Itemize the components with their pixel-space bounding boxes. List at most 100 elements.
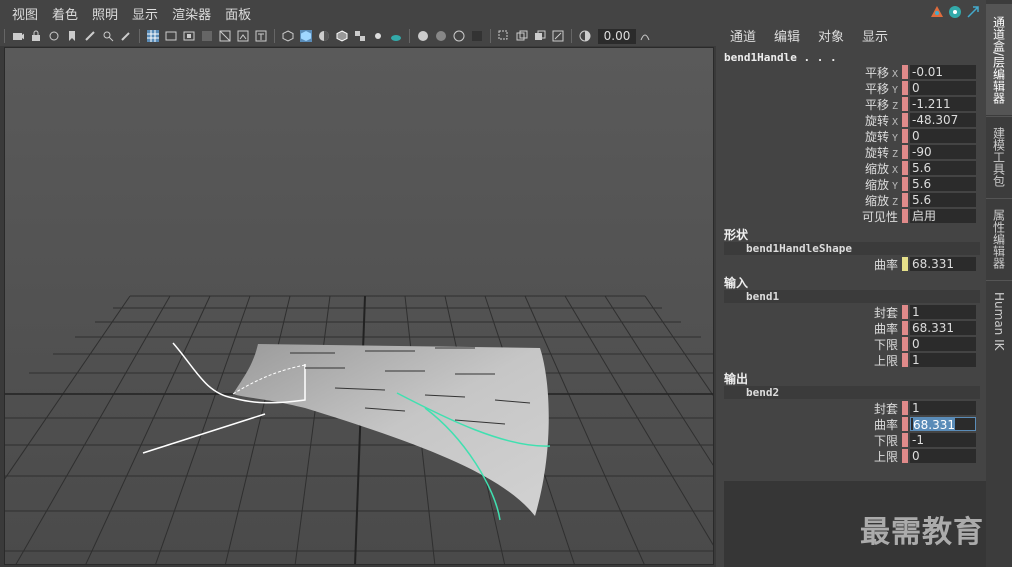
input-node-header[interactable]: bend1 xyxy=(724,290,980,303)
2d-pan-zoom-icon[interactable] xyxy=(102,30,114,42)
attribute-label[interactable]: 平移 Z xyxy=(718,96,902,113)
lock-camera-icon[interactable] xyxy=(30,30,42,42)
attribute-label[interactable]: 平移 X xyxy=(718,64,902,81)
smooth-shade-icon[interactable] xyxy=(300,30,312,42)
screen-space-ao-icon[interactable] xyxy=(417,30,429,42)
attribute-row[interactable]: 下限 -1 xyxy=(718,432,980,448)
xray-active-icon[interactable] xyxy=(534,30,546,42)
tab-channel-box-layer-editor[interactable]: 通道盒/层编辑器 xyxy=(986,4,1012,115)
attribute-row[interactable]: 旋转 X -48.307 xyxy=(718,112,980,128)
attribute-label[interactable]: 旋转 Y xyxy=(718,128,902,145)
shadows-icon[interactable] xyxy=(390,30,402,42)
textured-icon[interactable] xyxy=(354,30,366,42)
attribute-row[interactable]: 旋转 Z -90 xyxy=(718,144,980,160)
attribute-label[interactable]: 下限 xyxy=(718,336,902,353)
attribute-value-field[interactable]: -90 xyxy=(910,145,976,159)
attribute-value-field[interactable]: 5.6 xyxy=(910,161,976,175)
node-name-header[interactable]: bend1Handle . . . xyxy=(724,51,837,64)
attribute-label[interactable]: 缩放 Y xyxy=(718,176,902,193)
attribute-row[interactable]: 曲率 68.331 xyxy=(718,320,980,336)
attribute-row[interactable]: 平移 Y 0 xyxy=(718,80,980,96)
attribute-label[interactable]: 旋转 Z xyxy=(718,144,902,161)
attribute-row[interactable]: 下限 0 xyxy=(718,336,980,352)
anti-aliasing-icon[interactable] xyxy=(453,30,465,42)
attribute-label[interactable]: 旋转 X xyxy=(718,112,902,129)
gamma-icon[interactable] xyxy=(639,30,651,42)
attribute-label[interactable]: 缩放 Z xyxy=(718,192,902,209)
menu-channels[interactable]: 通道 xyxy=(730,26,756,45)
default-material-icon[interactable] xyxy=(318,30,330,42)
menu-panels[interactable]: 面板 xyxy=(225,4,251,23)
attribute-label[interactable]: 缩放 X xyxy=(718,160,902,177)
attribute-row[interactable]: 上限 1 xyxy=(718,352,980,368)
exposure-value-field[interactable]: 0.00 xyxy=(598,28,636,44)
attribute-row[interactable]: 旋转 Y 0 xyxy=(718,128,980,144)
attribute-label[interactable]: 封套 xyxy=(718,304,902,321)
attribute-value-field[interactable]: 启用 xyxy=(910,209,976,223)
attribute-row[interactable]: 封套 1 xyxy=(718,400,980,416)
attribute-row[interactable]: 曲率 68.331 xyxy=(718,416,980,432)
shape-node-header[interactable]: bend1HandleShape xyxy=(724,242,980,255)
attribute-value-field[interactable]: 68.331 xyxy=(910,321,976,335)
attribute-label[interactable]: 曲率 xyxy=(718,320,902,337)
menu-edit[interactable]: 编辑 xyxy=(774,26,800,45)
3d-viewport[interactable] xyxy=(4,47,714,565)
menu-show[interactable]: 显示 xyxy=(132,4,158,23)
attribute-value-field[interactable]: 1 xyxy=(910,305,976,319)
camera-select-icon[interactable] xyxy=(12,30,24,42)
depth-of-field-icon[interactable] xyxy=(471,30,483,42)
image-plane-icon[interactable] xyxy=(84,30,96,42)
menu-renderer[interactable]: 渲染器 xyxy=(172,4,211,23)
attribute-value-field[interactable]: 68.331 xyxy=(910,417,976,431)
wireframe-icon[interactable] xyxy=(282,30,294,42)
attribute-value-field[interactable]: -1 xyxy=(910,433,976,447)
attribute-label[interactable]: 封套 xyxy=(718,400,902,417)
menu-shading[interactable]: 着色 xyxy=(52,4,78,23)
attribute-value-field[interactable]: -1.211 xyxy=(910,97,976,111)
attribute-row[interactable]: 平移 X -0.01 xyxy=(718,64,980,80)
camera-attributes-icon[interactable] xyxy=(48,30,60,42)
grease-pencil-icon[interactable] xyxy=(120,30,132,42)
attribute-value-field[interactable]: 0 xyxy=(910,449,976,463)
expand-panel-icon[interactable] xyxy=(966,4,980,18)
tab-modeling-toolkit[interactable]: 建模工具包 xyxy=(986,116,1012,197)
safe-action-icon[interactable] xyxy=(237,30,249,42)
attribute-label[interactable]: 平移 Y xyxy=(718,80,902,97)
tab-attribute-editor[interactable]: 属性编辑器 xyxy=(986,198,1012,279)
attribute-value-field[interactable]: 5.6 xyxy=(910,177,976,191)
attribute-row[interactable]: 可见性 启用 xyxy=(718,208,980,224)
attribute-label[interactable]: 上限 xyxy=(718,352,902,369)
xray-joints-icon[interactable] xyxy=(552,30,564,42)
attribute-value-field[interactable]: 5.6 xyxy=(910,193,976,207)
attribute-value-field[interactable]: 0 xyxy=(910,129,976,143)
lighting-icon[interactable] xyxy=(372,30,384,42)
layout-icon[interactable] xyxy=(930,4,944,18)
menu-view[interactable]: 视图 xyxy=(12,4,38,23)
attribute-row[interactable]: 曲率 68.331 xyxy=(718,256,980,272)
attribute-row[interactable]: 缩放 Y 5.6 xyxy=(718,176,980,192)
attribute-label[interactable]: 上限 xyxy=(718,448,902,465)
film-gate-icon[interactable] xyxy=(165,30,177,42)
field-chart-icon[interactable] xyxy=(219,30,231,42)
attribute-value-field[interactable]: -48.307 xyxy=(910,113,976,127)
attribute-row[interactable]: 封套 1 xyxy=(718,304,980,320)
menu-object[interactable]: 对象 xyxy=(818,26,844,45)
attribute-value-field[interactable]: 68.331 xyxy=(910,257,976,271)
menu-lighting[interactable]: 照明 xyxy=(92,4,118,23)
attribute-label[interactable]: 可见性 xyxy=(718,208,902,225)
help-icon[interactable] xyxy=(948,4,962,18)
menu-show[interactable]: 显示 xyxy=(862,26,888,45)
safe-title-icon[interactable] xyxy=(255,30,267,42)
attribute-label[interactable]: 曲率 xyxy=(718,256,902,273)
grid-icon[interactable] xyxy=(147,30,159,42)
attribute-row[interactable]: 平移 Z -1.211 xyxy=(718,96,980,112)
xray-icon[interactable] xyxy=(516,30,528,42)
attribute-value-field[interactable]: -0.01 xyxy=(910,65,976,79)
bookmark-icon[interactable] xyxy=(66,30,78,42)
attribute-row[interactable]: 缩放 X 5.6 xyxy=(718,160,980,176)
attribute-row[interactable]: 上限 0 xyxy=(718,448,980,464)
exposure-icon[interactable] xyxy=(579,30,591,42)
attribute-value-field[interactable]: 1 xyxy=(910,353,976,367)
attribute-label[interactable]: 曲率 xyxy=(718,416,902,433)
tab-human-ik[interactable]: Human IK xyxy=(986,280,1012,361)
